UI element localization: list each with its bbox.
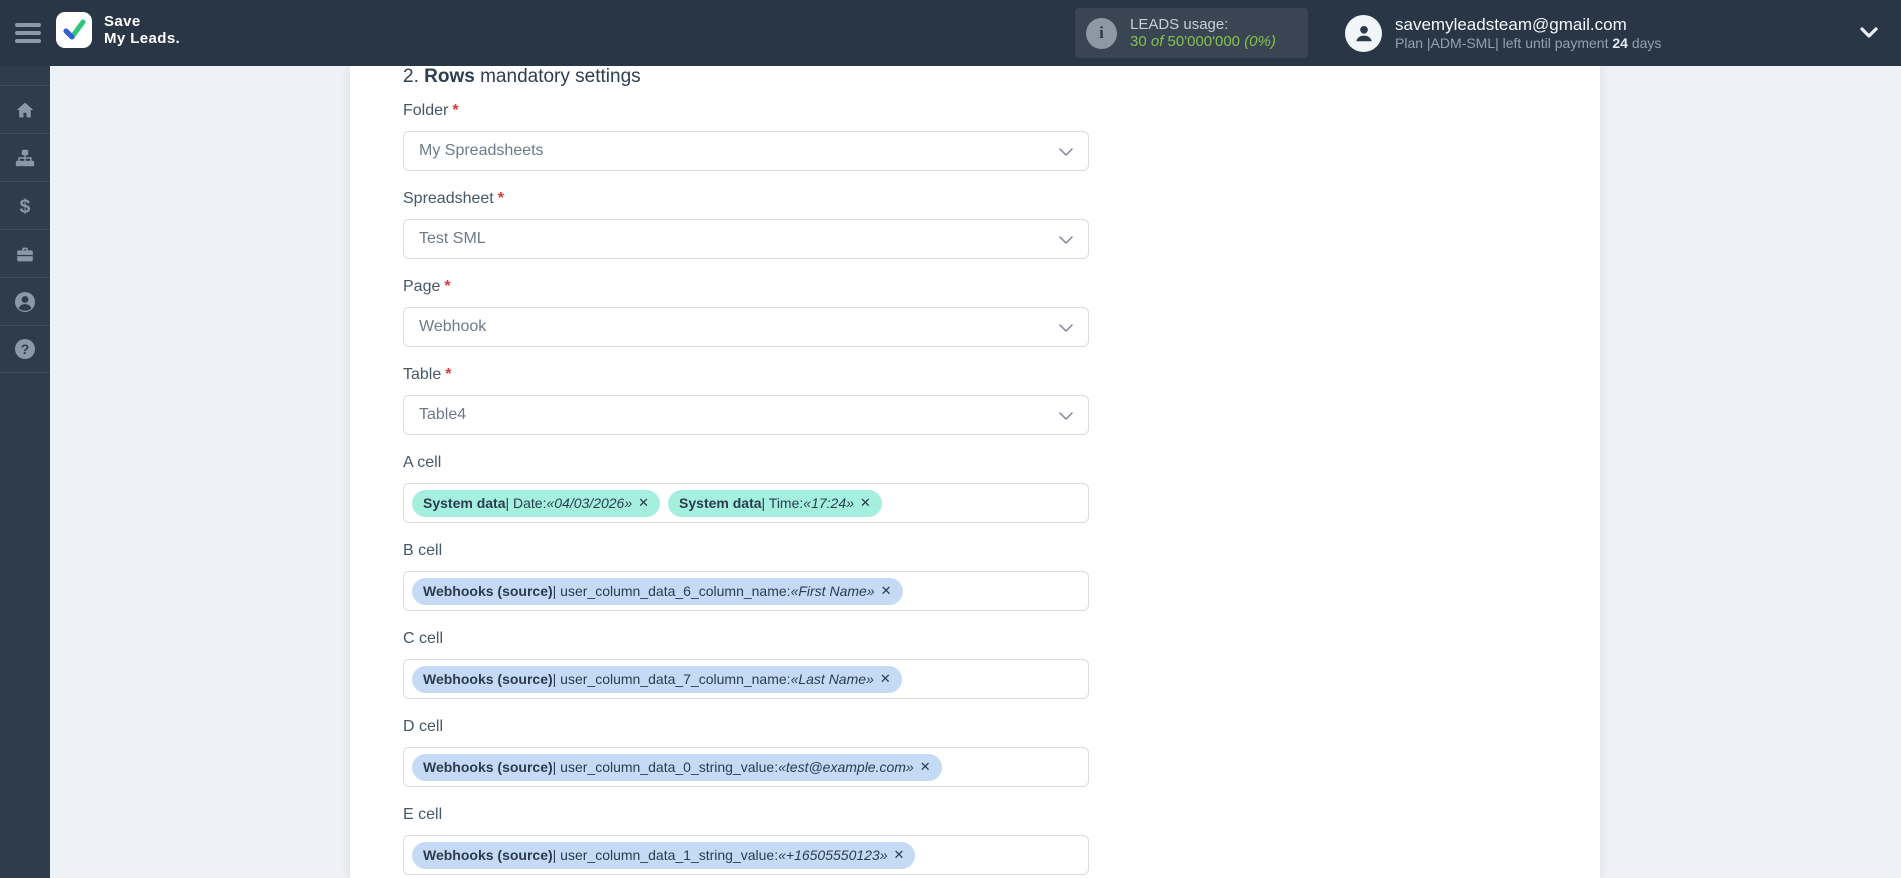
app-header: Save My Leads. i LEADS usage: 30 of 50'0… [0, 0, 1901, 66]
select-value: Webhook [419, 318, 487, 335]
mapping-tag[interactable]: System data | Date: «04/03/2026» ✕ [412, 489, 661, 517]
help-icon: ? [15, 339, 35, 359]
remove-tag-icon[interactable]: ✕ [894, 847, 905, 863]
fields-root: Folder * My Spreadsheets Spreadsheet * Tes… [403, 102, 1089, 875]
account-plan: Plan |ADM-SML| left until payment 24 day… [1395, 34, 1662, 51]
field-a-cell: A cell System data | Date: «04/03/2026» ✕… [403, 454, 1089, 523]
field-spreadsheet: Spreadsheet * Test SML [403, 190, 1089, 259]
field-c-cell: C cell Webhooks (source) | user_column_d… [403, 630, 1089, 699]
field-d-cell: D cell Webhooks (source) | user_column_d… [403, 718, 1089, 787]
field-label: E cell [403, 806, 443, 823]
field-folder: Folder * My Spreadsheets [403, 102, 1089, 171]
home-icon [16, 102, 34, 117]
field-e-cell: E cell Webhooks (source) | user_column_d… [403, 806, 1089, 875]
required-asterisk: * [444, 278, 451, 295]
select-dropdown[interactable]: Test SML [403, 219, 1089, 259]
chevron-down-icon[interactable] [1860, 25, 1878, 43]
mapping-tag[interactable]: Webhooks (source) | user_column_data_1_s… [412, 841, 916, 869]
dollar-icon: $ [20, 196, 31, 217]
sidebar-item-home[interactable] [0, 85, 50, 133]
field-table: Table * Table4 [403, 366, 1089, 435]
account-menu[interactable]: savemyleadsteam@gmail.com Plan |ADM-SML|… [1345, 0, 1661, 66]
select-value: Test SML [419, 230, 486, 247]
sidebar-item-billing[interactable]: $ [0, 181, 50, 229]
briefcase-icon [17, 247, 33, 261]
leads-usage-widget[interactable]: i LEADS usage: 30 of 50'000'000 (0%) [1075, 8, 1308, 58]
account-email: savemyleadsteam@gmail.com [1395, 14, 1627, 34]
logo-text: Save My Leads. [104, 13, 181, 47]
sidebar-item-profile[interactable] [0, 277, 50, 325]
select-value: Table4 [419, 406, 467, 423]
svg-text:?: ? [21, 341, 30, 357]
mapping-field[interactable]: Webhooks (source) | user_column_data_0_s… [403, 747, 1089, 787]
required-asterisk: * [452, 102, 459, 119]
user-avatar-icon [1345, 14, 1382, 52]
settings-card: 2. Rows mandatory settings Folder * My Sp… [350, 66, 1600, 878]
chevron-down-icon [1059, 148, 1073, 156]
form-column: 2. Rows mandatory settings Folder * My Sp… [403, 66, 1089, 875]
profile-icon [15, 291, 35, 312]
info-icon: i [1086, 17, 1117, 49]
field-label: B cell [403, 542, 443, 559]
remove-tag-icon[interactable]: ✕ [860, 495, 871, 511]
field-page: Page * Webhook [403, 278, 1089, 347]
sidebar-nav: $ ? [0, 85, 50, 373]
field-label: Folder * [403, 102, 459, 119]
logo-checkmark-icon [56, 12, 92, 48]
remove-tag-icon[interactable]: ✕ [881, 583, 892, 599]
logo[interactable]: Save My Leads. [56, 12, 180, 48]
field-label: A cell [403, 454, 442, 471]
field-label: D cell [403, 718, 444, 735]
leads-usage-value: 30 of 50'000'000 (0%) [1130, 32, 1276, 50]
mapping-field[interactable]: Webhooks (source) | user_column_data_6_c… [403, 571, 1089, 611]
required-asterisk: * [445, 366, 452, 383]
select-dropdown[interactable]: Webhook [403, 307, 1089, 347]
field-label: Page * [403, 278, 451, 295]
leads-usage-label: LEADS usage: [1130, 15, 1229, 33]
section-heading: 2. Rows mandatory settings [403, 66, 641, 87]
field-b-cell: B cell Webhooks (source) | user_column_d… [403, 542, 1089, 611]
mapping-field[interactable]: Webhooks (source) | user_column_data_1_s… [403, 835, 1089, 875]
select-dropdown[interactable]: My Spreadsheets [403, 131, 1089, 171]
remove-tag-icon[interactable]: ✕ [638, 495, 649, 511]
select-value: My Spreadsheets [419, 142, 544, 159]
sidebar-item-services[interactable] [0, 229, 50, 277]
remove-tag-icon[interactable]: ✕ [880, 671, 891, 687]
mapping-field[interactable]: Webhooks (source) | user_column_data_7_c… [403, 659, 1089, 699]
mapping-tag[interactable]: Webhooks (source) | user_column_data_0_s… [412, 753, 942, 781]
chevron-down-icon [1059, 236, 1073, 244]
mapping-tag[interactable]: Webhooks (source) | user_column_data_6_c… [412, 577, 903, 605]
mapping-field[interactable]: System data | Date: «04/03/2026» ✕ System… [403, 483, 1089, 523]
field-label: Spreadsheet * [403, 190, 504, 207]
field-label: Table * [403, 366, 452, 383]
chevron-down-icon [1059, 324, 1073, 332]
mapping-tag[interactable]: Webhooks (source) | user_column_data_7_c… [412, 665, 902, 693]
hamburger-menu-icon[interactable] [15, 23, 41, 43]
sitemap-icon [15, 149, 35, 166]
chevron-down-icon [1059, 412, 1073, 420]
svg-text:$: $ [20, 196, 31, 217]
sidebar-item-help[interactable]: ? [0, 325, 50, 373]
sidebar: $ ? [0, 66, 50, 878]
required-asterisk: * [497, 190, 504, 207]
select-dropdown[interactable]: Table4 [403, 395, 1089, 435]
mapping-tag[interactable]: System data | Time: «17:24» ✕ [668, 489, 882, 517]
remove-tag-icon[interactable]: ✕ [920, 759, 931, 775]
field-label: C cell [403, 630, 444, 647]
sidebar-item-connections[interactable] [0, 133, 50, 181]
